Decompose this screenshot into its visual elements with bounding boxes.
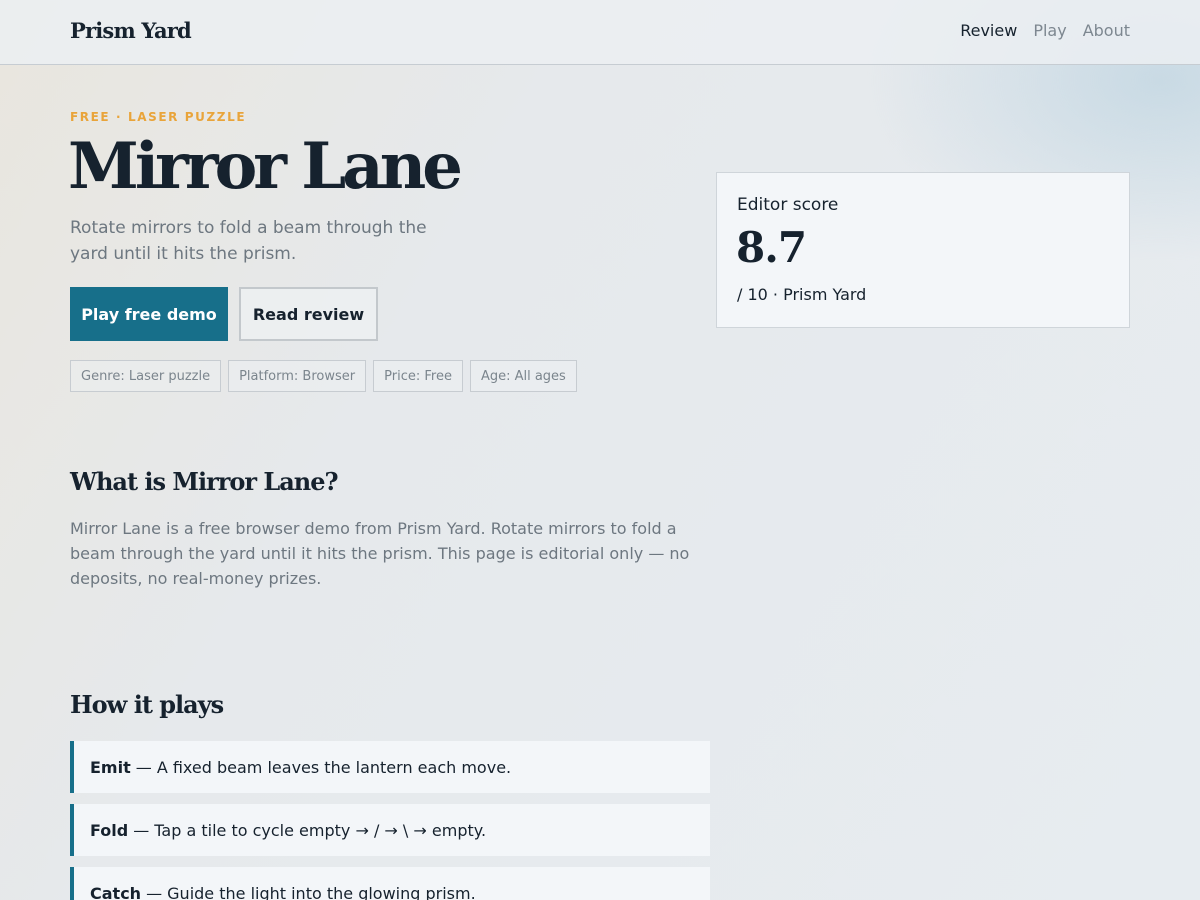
score-label: Editor score — [737, 195, 839, 215]
play-demo-button[interactable]: Play free demo — [70, 287, 228, 341]
step-catch: Catch — Guide the light into the glowing… — [70, 867, 710, 900]
editor-score-card: Editor score 8.7 / 10 · Prism Yard — [716, 172, 1130, 328]
game-tags: Genre: Laser puzzle Platform: Browser Pr… — [70, 360, 577, 392]
score-scale: / 10 · Prism Yard — [737, 285, 867, 304]
about-heading: What is Mirror Lane? — [70, 467, 339, 496]
tag-genre: Genre: Laser puzzle — [70, 360, 222, 392]
how-it-plays-heading: How it plays — [70, 690, 224, 719]
step-fold: Fold — Tap a tile to cycle empty → / → \… — [70, 804, 710, 856]
step-name: Fold — [90, 820, 129, 840]
step-text: — Tap a tile to cycle empty → / → \ → em… — [133, 820, 487, 840]
nav-review-link[interactable]: Review — [960, 21, 1017, 40]
main-nav: Review Play About — [960, 21, 1130, 40]
step-name: Catch — [90, 883, 142, 900]
step-text: — Guide the light into the glowing prism… — [146, 883, 476, 900]
top-bar: Prism Yard Review Play About — [0, 0, 1200, 65]
hero-subtitle: Rotate mirrors to fold a beam through th… — [70, 218, 427, 264]
page-title: Mirror Lane — [68, 129, 463, 204]
tag-price: Price: Free — [373, 360, 463, 392]
tag-platform: Platform: Browser — [228, 360, 367, 392]
score-value: 8.7 — [736, 223, 807, 272]
step-name: Emit — [90, 757, 131, 777]
step-emit: Emit — A fixed beam leaves the lantern e… — [70, 741, 710, 793]
step-text: — A fixed beam leaves the lantern each m… — [135, 757, 512, 777]
about-body: Mirror Lane is a free browser demo from … — [70, 519, 690, 588]
steps-list: Emit — A fixed beam leaves the lantern e… — [70, 741, 710, 900]
nav-about-link[interactable]: About — [1083, 21, 1130, 40]
tag-age: Age: All ages — [469, 360, 577, 392]
hero-eyebrow: FREE · LASER PUZZLE — [70, 110, 247, 124]
brand-logo[interactable]: Prism Yard — [70, 18, 192, 43]
nav-play-link[interactable]: Play — [1033, 21, 1066, 40]
read-review-button[interactable]: Read review — [239, 287, 378, 341]
